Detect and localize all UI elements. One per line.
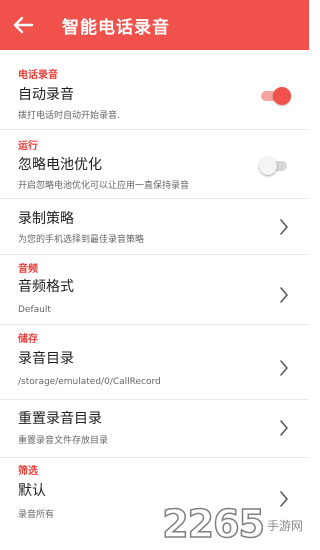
back-button[interactable] [0,0,46,50]
chevron-right-icon [280,219,288,235]
app-bar: 智能电话录音 [0,0,309,50]
setting-audio-format[interactable]: 音频格式 Default [0,277,309,325]
setting-label: 音频格式 [18,279,74,295]
section-header-call-recording: 电话录音 [18,70,58,81]
setting-description: /storage/emulated/0/CallRecord [18,377,161,387]
section-header-running: 运行 [18,141,38,152]
section-header-filter: 筛选 [18,466,38,477]
setting-recording-strategy[interactable]: 录制策略 为您的手机选择到最佳录音策略 [0,199,309,255]
setting-ignore-battery-optimization[interactable]: 忽略电池优化 开启忽略电池优化可以让应用一直保持录音 [0,155,309,199]
setting-description: Default [18,305,51,315]
setting-recording-directory[interactable]: 录音目录 /storage/emulated/0/CallRecord [0,349,309,400]
chevron-right-icon [280,420,288,436]
ignore-battery-toggle[interactable] [259,157,289,175]
setting-label: 默认 [18,483,46,499]
setting-label: 忽略电池优化 [18,157,102,173]
setting-label: 录制策略 [18,211,74,227]
toggle-knob [273,87,291,105]
watermark-site: 手游网 [266,519,303,533]
chevron-right-icon [280,287,288,303]
setting-label: 录音目录 [18,351,74,367]
setting-description: 为您的手机选择到最佳录音策略 [18,235,145,245]
section-header-storage: 储存 [18,334,38,345]
setting-label: 重置录音目录 [18,411,102,427]
auto-record-toggle[interactable] [261,87,291,105]
chevron-right-icon [280,360,288,376]
section-header-audio: 音频 [18,264,38,275]
setting-description: 拨打电话时自动开始录音. [18,111,120,121]
watermark-number: 2265 [161,502,265,546]
setting-label: 自动录音 [18,87,74,103]
arrow-left-icon [13,16,34,34]
setting-description: 重置录音文件存放目录 [18,436,109,446]
toggle-knob [259,157,277,175]
setting-auto-record[interactable]: 自动录音 拨打电话时自动开始录音. [0,85,309,130]
page-title: 智能电话录音 [62,17,170,38]
settings-list: 电话录音 自动录音 拨打电话时自动开始录音. 运行 忽略电池优化 开启忽略电池优… [0,50,309,531]
site-watermark: 2265 手游网 [161,502,303,546]
setting-description: 开启忽略电池优化可以让应用一直保持录音 [18,181,190,191]
setting-reset-recording-directory[interactable]: 重置录音目录 重置录音文件存放目录 [0,400,309,458]
